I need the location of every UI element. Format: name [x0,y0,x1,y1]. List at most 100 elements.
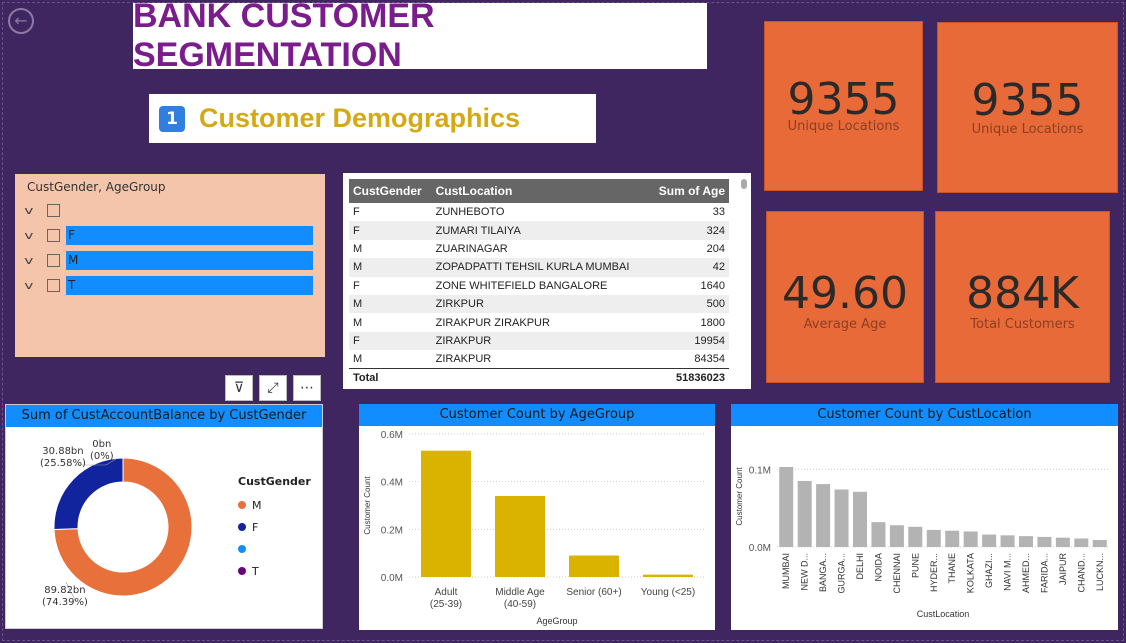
checkbox[interactable] [47,229,60,242]
visual-header-toolbar: ⊽ ⤢ ⋯ [225,375,321,401]
kpi-value: 884K [966,268,1079,319]
x-tick-label: LUCKN... [1095,553,1105,591]
kpi-card-total-customers[interactable]: 884K Total Customers [935,211,1110,383]
kpi-card-unique-locations[interactable]: 9355 Unique Locations [764,21,923,191]
slicer-title: CustGender, AgeGroup [27,180,166,194]
kpi-card-average-age[interactable]: 49.60 Average Age [766,211,924,383]
table-row[interactable]: M ZIRAKPUR 84354 [349,350,729,368]
bar [834,489,849,547]
table-row[interactable]: F ZUNHEBOTO 33 [349,203,729,221]
legend-title: CustGender [238,475,311,488]
slicer-item-f[interactable]: v F [24,223,313,248]
checkbox[interactable] [47,254,60,267]
chart-title: Customer Count by AgeGroup [359,404,715,426]
legend-dot [238,567,246,575]
count-by-location-chart: Customer Count by CustLocation 0.0M 0.1M M… [731,404,1118,630]
x-tick-label: DELHI [855,553,865,580]
kpi-value: 49.60 [782,268,908,319]
bar [569,555,619,577]
table-row[interactable]: F ZIRAKPUR 19954 [349,331,729,351]
bar [495,495,545,577]
gender-agegroup-slicer: CustGender, AgeGroup v v F v M v T [15,174,325,357]
slicer-item-label: F [66,226,313,245]
table-cell: F [353,206,360,219]
kpi-value: 9355 [787,74,900,125]
bar [945,530,960,547]
checkbox[interactable] [47,279,60,292]
section-title: Customer Demographics [199,103,521,133]
chevron-down-icon[interactable]: v [24,204,44,217]
kpi-card-unique-locations-2[interactable]: 9355 Unique Locations [937,22,1118,193]
x-tick-label: (25-39) [430,599,462,610]
y-tick-label: 0.0M [381,573,403,584]
data-label-percent: (74.39%) [42,597,88,608]
table-row[interactable]: F ZONE WHITEFIELD BANGALORE 1640 [349,277,729,295]
legend-item-m[interactable]: M [238,494,311,516]
table-cell: 324 [649,221,729,240]
donut-chart [53,457,193,603]
x-tick-label: MUMBAI [781,553,791,589]
slicer-item-t[interactable]: v T [24,273,313,298]
bar [963,531,978,547]
data-label-blank: 0bn (0%) [90,439,114,463]
y-tick-label: 0.6M [381,430,403,441]
section-header: 1 Customer Demographics [149,94,596,143]
data-label-value: 0bn [92,439,112,450]
slicer-item-m[interactable]: v M [24,248,313,273]
slicer-item-label: M [66,251,313,270]
x-tick-label: GURGA... [837,553,847,594]
data-label-f: 30.88bn (25.58%) [40,446,86,470]
x-tick-label: PUNE [910,553,920,578]
table-row[interactable]: M ZIRAKPUR ZIRAKPUR 1800 [349,313,729,331]
legend-label: T [252,564,259,578]
table-cell: 204 [706,242,725,255]
x-tick-label: Senior (60+) [566,587,621,598]
chart-title: Customer Count by CustLocation [731,404,1118,426]
title-card: BANK CUSTOMER SEGMENTATION [133,0,707,74]
focus-mode-icon[interactable]: ⤢ [259,375,287,401]
agegroup-bar-chart: 0.0M 0.2M 0.4M 0.6M Adult(25-39) Middle Age(4… [363,430,705,626]
bar [1019,536,1033,547]
back-arrow-icon[interactable]: ← [8,8,34,34]
x-tick-label: JAIPUR [1058,553,1068,586]
table-cell: ZIRAKPUR [431,331,649,351]
column-header-gender[interactable]: CustGender [349,179,432,203]
chevron-down-icon[interactable]: v [24,279,44,292]
x-tick-label: NOIDA [873,553,883,582]
x-tick-label: CHAND... [1076,553,1086,593]
y-axis-title: Customer Count [735,467,744,526]
x-tick-label: GHAZI... [984,553,994,588]
kpi-value: 9355 [971,75,1084,126]
table-cell: 33 [712,206,725,219]
table-cell: M [353,242,363,255]
table-row[interactable]: F ZUMARI TILAIYA 324 [349,221,729,240]
bar [889,525,904,547]
checkbox[interactable] [47,204,60,217]
chevron-down-icon[interactable]: v [24,229,44,242]
table-cell: 42 [649,258,729,277]
filter-icon[interactable]: ⊽ [225,375,253,401]
scrollbar[interactable] [741,179,747,189]
table-cell: ZIRAKPUR [435,353,492,366]
balance-by-gender-donut: Sum of CustAccountBalance by CustGender … [5,404,323,629]
column-header-location[interactable]: CustLocation [431,179,649,203]
legend-item-t[interactable]: T [238,560,311,582]
table-row[interactable]: M ZOPADPATTI TEHSIL KURLA MUMBAI 42 [349,258,729,277]
table-row[interactable]: M ZUARINAGAR 204 [349,240,729,258]
table-row[interactable]: M ZIRKPUR 500 [349,294,729,314]
bar [1037,536,1052,547]
column-header-sum-age[interactable]: Sum of Age [649,179,729,203]
table-cell: ZONE WHITEFIELD BANGALORE [435,279,608,292]
chart-legend: CustGender M F T [238,475,311,582]
bar [421,450,471,577]
x-tick-label: BANGA... [818,553,828,592]
table-total-cell: Total [349,368,432,387]
more-options-icon[interactable]: ⋯ [293,375,321,401]
legend-item-blank[interactable] [238,538,311,560]
bar [1074,538,1089,547]
slicer-item-blank[interactable]: v [24,198,313,223]
chevron-down-icon[interactable]: v [24,254,44,267]
legend-item-f[interactable]: F [238,516,311,538]
page-title: BANK CUSTOMER SEGMENTATION [133,0,435,74]
table-cell: ZIRAKPUR ZIRAKPUR [435,316,550,329]
